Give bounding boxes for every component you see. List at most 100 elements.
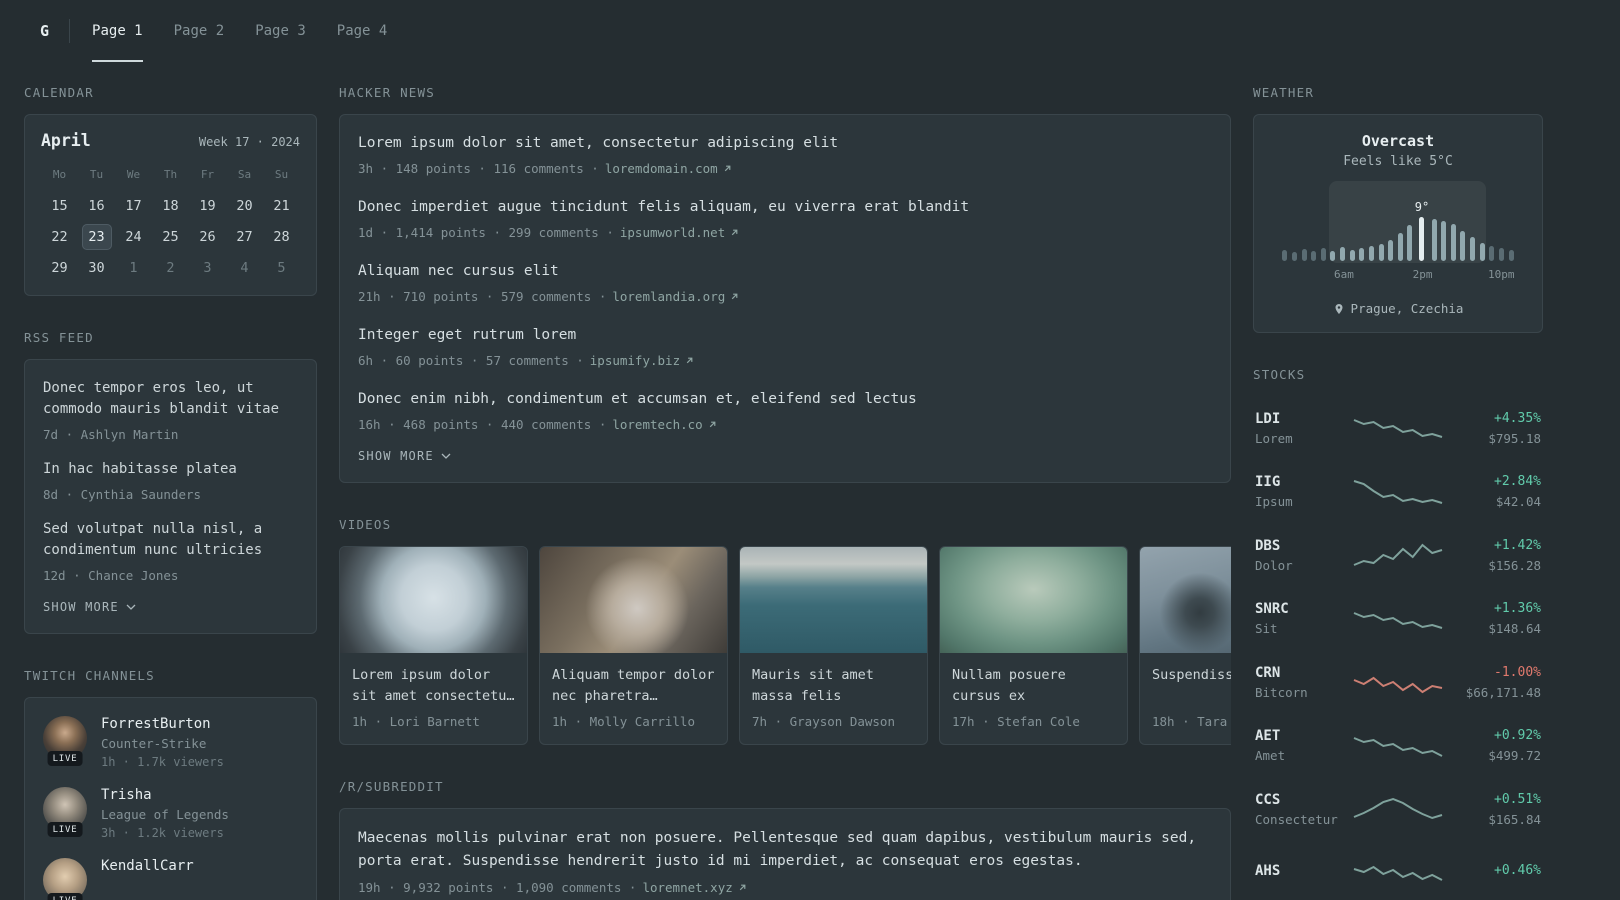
hackernews-item-domain[interactable]: ipsumify.biz [590, 352, 695, 369]
hackernews-item-title[interactable]: Donec imperdiet augue tincidunt felis al… [358, 197, 1212, 218]
stock-row[interactable]: SNRC Sit +1.36% $148.64 [1253, 587, 1543, 651]
stocks-widget: STOCKS LDI Lorem +4.35% $795.18 IIG Ipsu… [1253, 367, 1543, 900]
calendar-day: 1 [129, 260, 138, 276]
rss-show-more[interactable]: SHOW MORE [43, 600, 136, 614]
hackernews-item-domain[interactable]: loremlandia.org [612, 288, 740, 305]
twitch-channel-row[interactable]: LIVE Trisha League of Legends 3h · 1.2k … [43, 787, 298, 840]
app-logo[interactable]: G [40, 0, 69, 62]
rss-item-meta: 8d · Cynthia Saunders [43, 487, 202, 502]
external-link-icon [732, 229, 738, 236]
weather-time-label: 6am [1333, 268, 1354, 281]
rss-item-title[interactable]: Sed volutpat nulla nisl, a condimentum n… [43, 519, 298, 561]
weather-bar [1429, 201, 1439, 261]
chevron-down-icon [441, 453, 451, 459]
video-thumbnail[interactable] [740, 547, 927, 653]
rss-item-title[interactable]: Donec tempor eros leo, ut commodo mauris… [43, 378, 298, 420]
page-tab[interactable]: Page 4 [337, 0, 388, 62]
hackernews-show-more[interactable]: SHOW MORE [358, 449, 451, 463]
weather-widget-header: WEATHER [1253, 85, 1315, 100]
stock-change: +4.35% [1494, 410, 1541, 426]
twitch-widget: TWITCH CHANNELS LIVE ForrestBurton Count… [24, 668, 317, 900]
stock-values: +1.42% $156.28 [1446, 537, 1541, 573]
calendar-day: 4 [240, 260, 249, 276]
hackernews-list: Lorem ipsum dolor sit amet, consectetur … [358, 133, 1212, 433]
hackernews-item: Lorem ipsum dolor sit amet, consectetur … [358, 133, 1212, 177]
rss-item-title[interactable]: In hac habitasse platea [43, 459, 298, 480]
subreddit-widget: /R/SUBREDDIT Maecenas mollis pulvinar er… [339, 779, 1231, 900]
stock-price: $795.18 [1488, 430, 1541, 446]
stock-id: CRN Bitcorn [1255, 664, 1350, 700]
stock-ticker: CRN [1255, 664, 1281, 681]
stock-row[interactable]: IIG Ipsum +2.84% $42.04 [1253, 460, 1543, 524]
stock-ticker: AET [1255, 728, 1281, 745]
hackernews-item-meta: 21h · 710 points · 579 comments · loreml… [358, 288, 1212, 305]
calendar-day: 25 [162, 229, 179, 245]
hackernews-item-meta: 6h · 60 points · 57 comments · ipsumify.… [358, 352, 1212, 369]
stock-name: Amet [1255, 748, 1286, 764]
page-tab[interactable]: Page 1 [92, 0, 143, 62]
subreddit-post-title[interactable]: Maecenas mollis pulvinar erat non posuer… [358, 827, 1212, 873]
stock-values: +0.51% $165.84 [1446, 791, 1541, 827]
weather-bar [1386, 201, 1396, 261]
hackernews-item-domain[interactable]: loremdomain.com [605, 160, 733, 177]
video-title[interactable]: Suspendisse diam [1152, 665, 1231, 706]
calendar-day: 2 [166, 260, 175, 276]
hackernews-widget-header: HACKER NEWS [339, 85, 435, 100]
rss-item: Sed volutpat nulla nisl, a condimentum n… [43, 519, 298, 584]
stock-row[interactable]: CCS Consectetur +0.51% $165.84 [1253, 777, 1543, 841]
top-nav: G Page 1 Page 2 Page 3 Page 4 [0, 0, 1620, 62]
stock-row[interactable]: AET Amet +0.92% $499.72 [1253, 714, 1543, 778]
page-tab[interactable]: Page 2 [174, 0, 225, 62]
video-thumbnail[interactable] [1140, 547, 1231, 653]
weather-time-axis: 6am 2pm 10pm [1280, 268, 1516, 282]
video-card: Lorem ipsum dolor sit amet consectetu… 1… [339, 546, 528, 745]
video-title[interactable]: Nullam posuere cursus ex [952, 665, 1115, 706]
location-pin-icon [1335, 303, 1343, 314]
stock-price: $42.04 [1495, 494, 1541, 510]
stock-row[interactable]: DBS Dolor +1.42% $156.28 [1253, 523, 1543, 587]
stock-row[interactable]: AHS +0.46% [1253, 841, 1543, 900]
stock-row[interactable]: CRN Bitcorn -1.00% $66,171.48 [1253, 650, 1543, 714]
stock-row[interactable]: LDI Lorem +4.35% $795.18 [1253, 396, 1543, 460]
rss-widget: RSS FEED Donec tempor eros leo, ut commo… [24, 330, 317, 634]
avatar: LIVE [43, 787, 87, 837]
channel-info: KendallCarr [101, 858, 194, 900]
video-thumbnail[interactable] [340, 547, 527, 653]
hackernews-item-title[interactable]: Donec enim nibh, condimentum et accumsan… [358, 389, 1212, 410]
video-title[interactable]: Lorem ipsum dolor sit amet consectetu… [352, 665, 515, 706]
video-thumbnail[interactable] [540, 547, 727, 653]
stock-values: +2.84% $42.04 [1446, 473, 1541, 509]
video-body: Suspendisse diam 18h · Tara [1140, 653, 1231, 744]
stock-sparkline [1354, 857, 1442, 887]
subreddit-post-domain[interactable]: loremnet.xyz [642, 879, 747, 896]
hackernews-item-title[interactable]: Lorem ipsum dolor sit amet, consectetur … [358, 133, 1212, 154]
hackernews-item-stats: 21h · 710 points · 579 comments · [358, 289, 607, 304]
stock-sparkline [1354, 540, 1442, 570]
video-thumbnail[interactable] [940, 547, 1127, 653]
hackernews-item-stats: 3h · 148 points · 116 comments · [358, 161, 599, 176]
twitch-channel-row[interactable]: LIVE KendallCarr [43, 858, 298, 900]
stock-ticker: LDI [1255, 410, 1281, 427]
stock-values: +1.36% $148.64 [1446, 600, 1541, 636]
hackernews-item-domain[interactable]: loremtech.co [612, 416, 717, 433]
page-tab[interactable]: Page 3 [255, 0, 306, 62]
calendar-day: 5 [277, 260, 286, 276]
video-title[interactable]: Aliquam tempor dolor nec pharetra… [552, 665, 715, 706]
dashboard-columns: CALENDAR April Week 17 · 2024 Mo Tu We Th Fr… [0, 62, 1620, 900]
hackernews-item-domain[interactable]: ipsumworld.net [620, 224, 740, 241]
video-body: Nullam posuere cursus ex 17h · Stefan Co… [940, 653, 1127, 744]
domain-label: loremnet.xyz [642, 880, 733, 895]
external-link-icon [709, 421, 716, 428]
calendar-day: 19 [199, 198, 216, 214]
video-title[interactable]: Mauris sit amet massa felis [752, 665, 915, 706]
channel-viewers: 3h · 1.2k viewers [101, 826, 224, 840]
hackernews-item-title[interactable]: Aliquam nec cursus elit [358, 261, 1212, 282]
hackernews-item-title[interactable]: Integer eget rutrum lorem [358, 325, 1212, 346]
weather-bar [1506, 201, 1516, 261]
stock-change: +1.42% [1494, 537, 1541, 553]
weather-time-label: 10pm [1488, 268, 1515, 281]
channel-name: Trisha [101, 787, 152, 803]
stock-values: -1.00% $66,171.48 [1446, 664, 1541, 700]
hackernews-item: Aliquam nec cursus elit 21h · 710 points… [358, 261, 1212, 305]
twitch-channel-row[interactable]: LIVE ForrestBurton Counter-Strike 1h · 1… [43, 716, 298, 769]
